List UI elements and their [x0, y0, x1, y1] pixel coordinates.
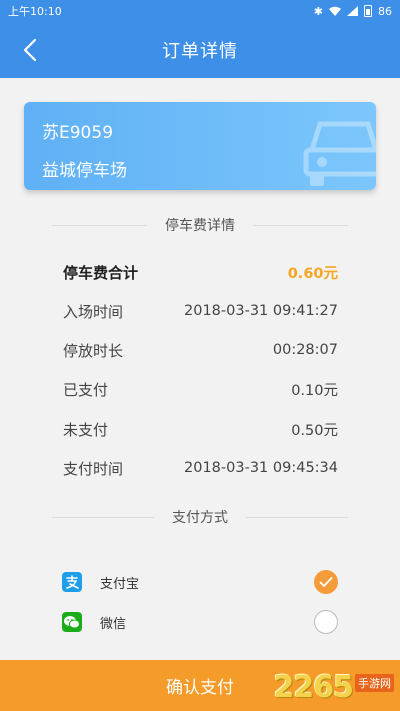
wechat-icon — [62, 612, 82, 632]
payment-option-label: 支付宝 — [100, 576, 140, 592]
detail-value: 0.50元 — [291, 422, 338, 439]
signal-icon — [347, 6, 358, 16]
detail-row-paid: 已支付 0.10元 — [63, 378, 338, 400]
detail-row-entry-time: 入场时间 2018-03-31 09:41:27 — [63, 300, 338, 322]
content: 苏E9059 益城停车场 停车费详情 停车费合计 0.60元 入场时间 2018… — [0, 78, 400, 660]
fee-section-header: 停车费详情 — [52, 215, 348, 235]
detail-row-total: 停车费合计 0.60元 — [63, 261, 338, 283]
battery-level: 86 — [378, 4, 392, 18]
divider — [52, 224, 147, 226]
detail-row-duration: 停放时长 00:28:07 — [63, 339, 338, 361]
wifi-icon — [329, 6, 341, 16]
plate-number: 苏E9059 — [42, 123, 114, 143]
bluetooth-icon: ✱ — [313, 4, 323, 18]
detail-value: 0.10元 — [291, 382, 338, 399]
status-icons: ✱ 86 — [314, 5, 392, 18]
payment-option-alipay[interactable]: 支付宝 — [62, 569, 338, 595]
radio-checked[interactable] — [314, 570, 338, 594]
detail-value: 0.60元 — [287, 265, 338, 282]
detail-key: 支付时间 — [63, 459, 124, 478]
checkmark-icon — [319, 577, 333, 587]
detail-value: 2018-03-31 09:45:34 — [184, 460, 338, 476]
parking-lot-name: 益城停车场 — [42, 161, 127, 181]
divider — [253, 224, 348, 226]
alipay-icon — [62, 572, 82, 592]
divider — [52, 516, 154, 518]
detail-key: 停车费合计 — [63, 263, 139, 282]
detail-row-unpaid: 未支付 0.50元 — [63, 418, 338, 440]
vehicle-card: 苏E9059 益城停车场 — [24, 102, 376, 190]
fee-section-title: 停车费详情 — [165, 218, 235, 234]
detail-key: 入场时间 — [63, 302, 124, 321]
back-button[interactable] — [10, 30, 50, 70]
page-title: 订单详情 — [162, 41, 238, 62]
nav-bar: 订单详情 — [0, 22, 400, 78]
detail-key: 停放时长 — [63, 341, 124, 360]
detail-value: 00:28:07 — [272, 342, 338, 358]
status-time: 上午10:10 — [8, 5, 62, 18]
status-bar: 上午10:10 ✱ 86 — [0, 0, 400, 22]
watermark-number: 2265 — [273, 669, 354, 705]
detail-row-pay-time: 支付时间 2018-03-31 09:45:34 — [63, 457, 338, 479]
payment-option-wechat[interactable]: 微信 — [62, 609, 338, 635]
payment-section-header: 支付方式 — [52, 507, 348, 527]
radio-unchecked[interactable] — [314, 610, 338, 634]
watermark-suffix: 手游网 — [355, 674, 394, 692]
divider — [246, 516, 348, 518]
site-watermark: 2265 手游网 — [273, 668, 394, 706]
payment-option-label: 微信 — [100, 616, 127, 632]
detail-value: 2018-03-31 09:41:27 — [184, 303, 338, 319]
detail-key: 已支付 — [63, 380, 109, 399]
chevron-left-icon — [23, 38, 37, 62]
payment-section-title: 支付方式 — [172, 510, 228, 526]
car-icon — [303, 121, 376, 186]
detail-key: 未支付 — [63, 420, 109, 439]
battery-icon — [364, 5, 372, 17]
